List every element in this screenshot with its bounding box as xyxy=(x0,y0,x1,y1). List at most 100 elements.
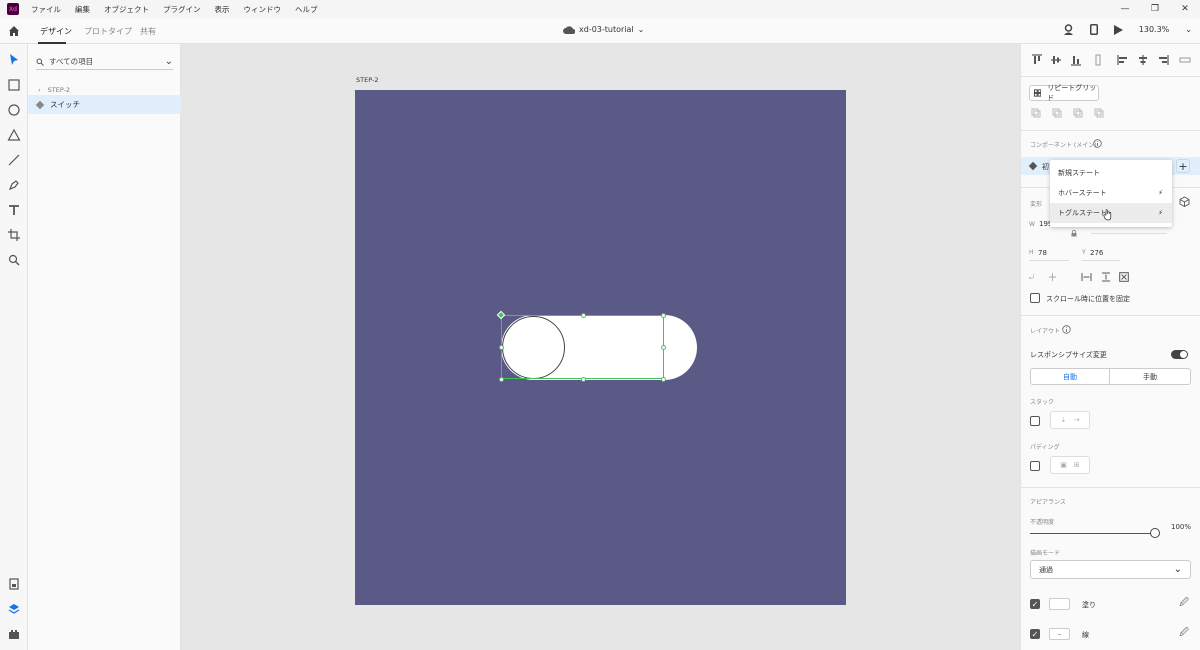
document-title[interactable]: xd-03-tutorial ⌄ xyxy=(563,25,644,34)
opacity-slider-track[interactable] xyxy=(1030,533,1155,534)
resize-handle-right[interactable] xyxy=(661,345,666,350)
align-left-icon[interactable] xyxy=(1117,54,1129,66)
align-middle-icon[interactable] xyxy=(1050,54,1062,66)
boolean-add-icon[interactable] xyxy=(1031,108,1041,118)
component-diamond-icon xyxy=(1028,161,1038,171)
text-tool-icon[interactable] xyxy=(7,203,21,217)
padding-uniform-icon[interactable]: ▣ xyxy=(1060,461,1067,469)
fixed-corners-icon[interactable] xyxy=(1119,272,1129,282)
artboard[interactable] xyxy=(355,90,846,605)
padding-checkbox[interactable] xyxy=(1030,461,1040,471)
zoom-level[interactable]: 130.3% xyxy=(1139,25,1170,34)
minimize-icon[interactable]: — xyxy=(1110,0,1140,18)
menu-item-hover-state[interactable]: ホバーステート ⚡ xyxy=(1050,183,1172,203)
select-tool-icon[interactable] xyxy=(7,53,21,67)
lock-aspect-icon[interactable] xyxy=(1071,230,1077,237)
layer-item-switch[interactable]: スイッチ xyxy=(28,95,181,114)
manual-resize-button[interactable]: 手動 xyxy=(1109,368,1191,385)
toggle-knob xyxy=(1180,351,1187,358)
resize-handle-left[interactable] xyxy=(499,345,504,350)
boolean-subtract-icon[interactable] xyxy=(1052,108,1062,118)
artboard-label[interactable]: STEP-2 xyxy=(356,76,378,84)
repeat-grid-button[interactable]: リピートグリッド xyxy=(1029,84,1099,102)
mobile-preview-icon[interactable] xyxy=(1089,24,1098,35)
3d-transform-icon[interactable] xyxy=(1179,196,1190,207)
stroke-color-swatch[interactable]: – xyxy=(1049,628,1070,640)
zoom-tool-icon[interactable] xyxy=(7,253,21,267)
fix-scroll-checkbox[interactable] xyxy=(1030,293,1040,303)
menu-view[interactable]: 表示 xyxy=(215,4,230,15)
stack-checkbox[interactable] xyxy=(1030,416,1040,426)
menu-window[interactable]: ウィンドウ xyxy=(244,4,282,15)
canvas[interactable]: STEP-2 xyxy=(181,44,1020,650)
component-icon xyxy=(35,100,45,109)
eyedropper-icon[interactable]: 🖉 xyxy=(1179,598,1189,608)
polygon-tool-icon[interactable] xyxy=(7,128,21,142)
opacity-value[interactable]: 100% xyxy=(1171,523,1191,531)
line-tool-icon[interactable] xyxy=(7,153,21,167)
stack-vertical-icon[interactable]: ⇣ xyxy=(1061,416,1067,424)
stroke-checkbox[interactable]: ✓ xyxy=(1030,629,1040,639)
play-icon[interactable] xyxy=(1113,24,1123,35)
artboard-tool-icon[interactable] xyxy=(7,228,21,242)
document-assets-icon[interactable] xyxy=(7,577,21,591)
restore-icon[interactable]: ❐ xyxy=(1140,0,1170,18)
home-icon[interactable] xyxy=(7,24,21,38)
add-state-button[interactable]: + xyxy=(1176,159,1190,173)
distribute-horizontal-icon[interactable] xyxy=(1179,54,1191,66)
rectangle-tool-icon[interactable] xyxy=(7,78,21,92)
filter-chevron-icon[interactable]: ⌄ xyxy=(165,56,173,67)
fill-color-swatch[interactable] xyxy=(1049,598,1070,610)
y-value[interactable]: 276 xyxy=(1090,249,1103,257)
close-icon[interactable]: ✕ xyxy=(1170,0,1200,18)
menu-edit[interactable]: 編集 xyxy=(75,4,90,15)
back-chevron-icon[interactable]: ‹ xyxy=(38,86,41,94)
resize-handle-top-right[interactable] xyxy=(661,313,666,318)
menu-file[interactable]: ファイル xyxy=(31,4,61,15)
resize-handle-bottom-right[interactable] xyxy=(661,377,666,382)
responsive-toggle[interactable] xyxy=(1171,350,1188,359)
resize-handle-bottom-left[interactable] xyxy=(499,377,504,382)
align-right-icon[interactable] xyxy=(1157,54,1169,66)
flip-vertical-icon[interactable] xyxy=(1048,272,1057,282)
layout-info-icon[interactable] xyxy=(1062,325,1071,334)
menu-item-new-state[interactable]: 新規ステート xyxy=(1050,163,1172,183)
tab-prototype[interactable]: プロトタイプ xyxy=(84,26,132,37)
blend-mode-select[interactable]: 通過 ⌄ xyxy=(1030,560,1191,579)
auto-resize-button[interactable]: 自動 xyxy=(1030,368,1110,385)
fixed-width-icon[interactable] xyxy=(1081,272,1092,282)
boolean-intersect-icon[interactable] xyxy=(1073,108,1083,118)
tab-share[interactable]: 共有 xyxy=(140,26,156,37)
cloud-icon xyxy=(563,25,575,34)
search-input[interactable]: すべての項目 xyxy=(49,56,165,67)
align-bottom-icon[interactable] xyxy=(1070,54,1082,66)
distribute-vertical-icon[interactable] xyxy=(1092,54,1104,66)
rotate-icon[interactable]: ⤾ xyxy=(1029,274,1034,282)
breadcrumb[interactable]: ‹ STEP-2 xyxy=(38,86,70,94)
resize-handle-bottom[interactable] xyxy=(581,377,586,382)
height-value[interactable]: 78 xyxy=(1038,249,1047,257)
tab-design[interactable]: デザイン xyxy=(40,26,72,37)
user-icon[interactable] xyxy=(1063,24,1074,35)
pen-tool-icon[interactable] xyxy=(7,178,21,192)
layer-search[interactable]: すべての項目 ⌄ xyxy=(36,54,173,70)
stroke-eyedropper-icon[interactable]: 🖉 xyxy=(1179,628,1189,638)
selection-box[interactable] xyxy=(501,315,664,379)
fill-checkbox[interactable]: ✓ xyxy=(1030,599,1040,609)
ellipse-tool-icon[interactable] xyxy=(7,103,21,117)
zoom-chevron-icon[interactable]: ⌄ xyxy=(1185,25,1192,34)
align-center-icon[interactable] xyxy=(1137,54,1149,66)
resize-handle-top[interactable] xyxy=(581,313,586,318)
info-icon[interactable] xyxy=(1093,139,1102,148)
stack-horizontal-icon[interactable]: ⇢ xyxy=(1074,416,1080,424)
menu-plugins[interactable]: プラグイン xyxy=(163,4,201,15)
padding-individual-icon[interactable]: ⊞ xyxy=(1074,461,1080,469)
menu-help[interactable]: ヘルプ xyxy=(295,4,318,15)
boolean-exclude-icon[interactable] xyxy=(1094,108,1104,118)
align-top-icon[interactable] xyxy=(1031,54,1043,66)
opacity-slider-thumb[interactable] xyxy=(1150,528,1160,538)
plugins-icon[interactable] xyxy=(7,627,21,641)
menu-object[interactable]: オブジェクト xyxy=(104,4,149,15)
fixed-height-icon[interactable] xyxy=(1101,272,1111,282)
layers-icon[interactable] xyxy=(7,602,21,616)
